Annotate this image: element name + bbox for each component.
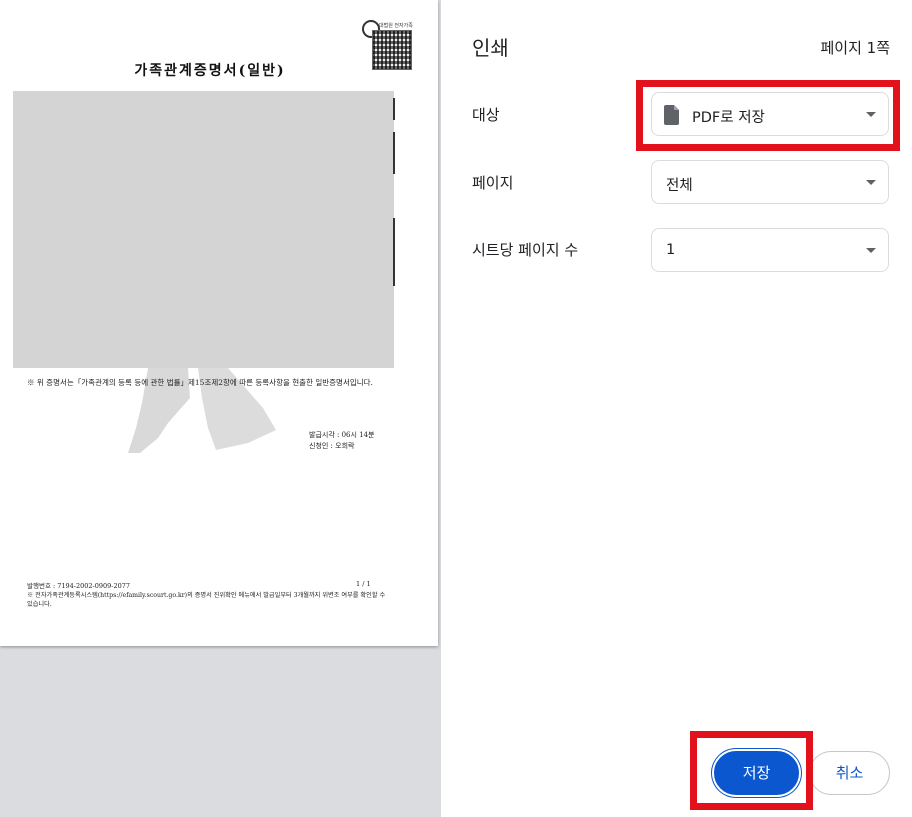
panel-title: 인쇄	[472, 36, 509, 60]
dropdown-arrow-icon	[866, 112, 876, 117]
save-button[interactable]: 저장	[714, 751, 799, 795]
qr-caption: 대법원 전자가족	[379, 23, 413, 29]
destination-value: PDF로 저장	[692, 110, 765, 126]
pages-label: 페이지	[472, 174, 514, 192]
table-border	[393, 132, 395, 174]
redacted-area	[13, 91, 394, 368]
destination-label: 대상	[472, 106, 500, 124]
document-page: 대법원 전자가족 가족관계증명서(일반) ※ 위 증명서는「가족관계의 등록 등…	[0, 0, 438, 646]
print-preview-pane: 대법원 전자가족 가족관계증명서(일반) ※ 위 증명서는「가족관계의 등록 등…	[0, 0, 441, 817]
page-count: 페이지 1쪽	[820, 39, 890, 57]
document-note: ※ 위 증명서는「가족관계의 등록 등에 관한 법률」제15조제2항에 따른 등…	[27, 378, 373, 387]
issue-time: 발급시각 : 06시 14분	[309, 431, 375, 439]
table-border	[393, 218, 395, 286]
pages-select[interactable]: 전체	[651, 160, 889, 204]
issue-number: 발행번호 : 7194-2002-0909-2077	[27, 582, 130, 590]
pages-per-sheet-select[interactable]: 1	[651, 228, 889, 272]
page-indicator: 1 / 1	[356, 580, 371, 588]
print-settings-panel: 인쇄 페이지 1쪽 대상 PDF로 저장 페이지 전체 시트당 페이지 수 1 …	[441, 0, 912, 817]
file-icon	[664, 105, 679, 125]
pages-per-sheet-value: 1	[666, 242, 676, 258]
pages-value: 전체	[666, 178, 693, 194]
document-title: 가족관계증명서(일반)	[134, 63, 286, 79]
pages-per-sheet-label: 시트당 페이지 수	[472, 241, 579, 259]
table-border	[393, 98, 395, 120]
applicant-name: 신청인 : 오희락	[309, 442, 355, 450]
cancel-button[interactable]: 취소	[809, 751, 890, 795]
issue-info: 발급시각 : 06시 14분 신청인 : 오희락	[309, 430, 375, 452]
dropdown-arrow-icon	[866, 248, 876, 253]
destination-select[interactable]: PDF로 저장	[651, 92, 889, 136]
dropdown-arrow-icon	[866, 180, 876, 185]
footer-note: ※ 전자가족관계등록시스템(https://efamily.scourt.go.…	[27, 592, 386, 608]
